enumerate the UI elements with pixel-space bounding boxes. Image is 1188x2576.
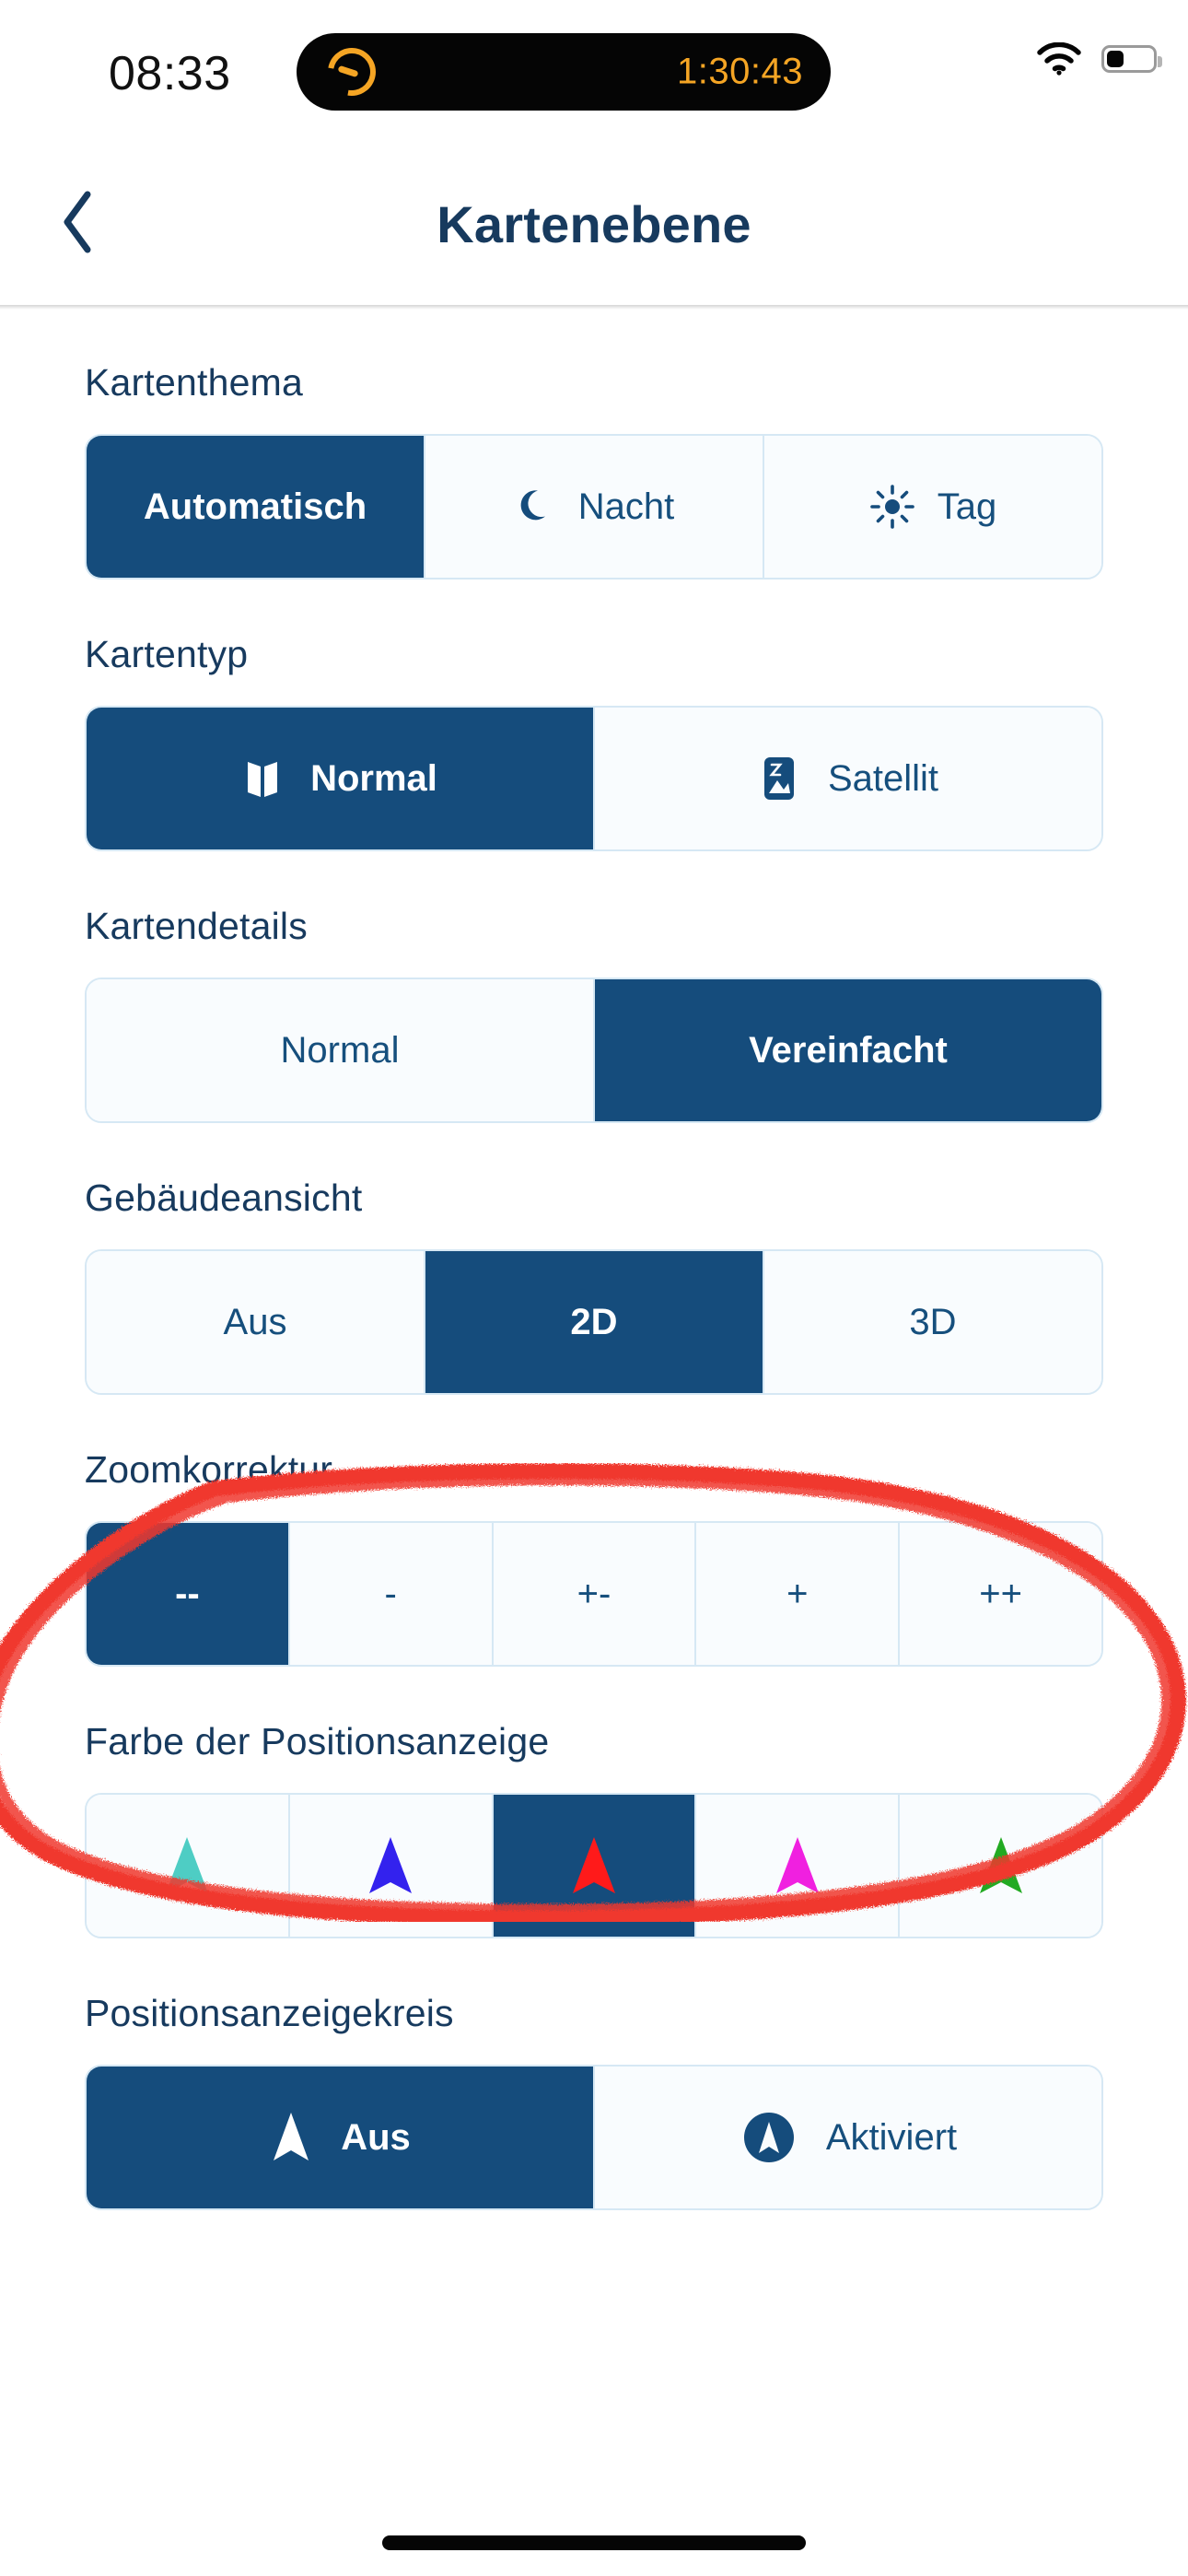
- segment-zoom-plus-minus[interactable]: +-: [493, 1523, 697, 1665]
- segmented-control-map-details: Normal Vereinfacht: [85, 978, 1103, 1123]
- segment-label: 3D: [909, 1301, 957, 1342]
- segment-label: 2D: [570, 1301, 618, 1342]
- back-button[interactable]: [39, 184, 118, 263]
- segment-nacht[interactable]: Nacht: [425, 436, 764, 578]
- segment-2d[interactable]: 2D: [425, 1251, 764, 1393]
- status-time: 08:33: [109, 47, 231, 100]
- segment-color-blue[interactable]: [289, 1795, 494, 1937]
- segment-zoom-plus-plus[interactable]: ++: [900, 1523, 1101, 1665]
- segment-label: Tag: [937, 486, 997, 527]
- section-map-type: Kartentyp Normal Satellit: [85, 633, 1103, 851]
- battery-icon: [1101, 45, 1162, 73]
- section-label: Kartenthema: [85, 361, 303, 404]
- arrow-in-circle-icon: [740, 2108, 798, 2167]
- status-indicators: [1037, 41, 1162, 76]
- moon-icon: [514, 486, 556, 528]
- segment-label: Satellit: [827, 757, 939, 799]
- segment-label: Aus: [341, 2116, 411, 2158]
- settings-list: Kartenthema Automatisch Nacht Tag Karten…: [0, 361, 1188, 2210]
- segment-zoom-minus-minus[interactable]: --: [87, 1523, 290, 1665]
- position-arrow-icon: [771, 1832, 824, 1899]
- section-label: Zoomkorrektur: [85, 1448, 333, 1491]
- section-building-view: Gebäudeansicht Aus 2D 3D: [85, 1177, 1103, 1395]
- section-label: Kartentyp: [85, 633, 249, 675]
- live-timer-value: 1:30:43: [677, 51, 803, 92]
- segment-normal-maptype[interactable]: Normal: [87, 708, 595, 849]
- section-map-details: Kartendetails Normal Vereinfacht: [85, 905, 1103, 1123]
- segment-tag[interactable]: Tag: [764, 436, 1101, 578]
- section-label: Kartendetails: [85, 905, 308, 947]
- status-bar: 08:33 1:30:43: [0, 0, 1188, 138]
- arrow-plain-icon: [269, 2109, 313, 2166]
- dynamic-island[interactable]: 1:30:43: [297, 33, 831, 111]
- segment-normal-details[interactable]: Normal: [87, 979, 595, 1121]
- page-title: Kartenebene: [437, 194, 751, 253]
- position-arrow-icon: [567, 1832, 621, 1899]
- segment-label: Aktiviert: [825, 2116, 958, 2158]
- sun-icon: [869, 484, 915, 530]
- segment-vereinfacht[interactable]: Vereinfacht: [595, 979, 1101, 1121]
- segment-satellit[interactable]: Satellit: [595, 708, 1101, 849]
- section-position-marker-circle: Positionsanzeigekreis Aus Aktiviert: [85, 1992, 1103, 2210]
- segment-zoom-plus[interactable]: +: [696, 1523, 901, 1665]
- segment-label: --: [175, 1573, 200, 1614]
- segment-label: Vereinfacht: [749, 1029, 948, 1071]
- segment-label: Aus: [223, 1301, 287, 1342]
- segment-circle-aus[interactable]: Aus: [87, 2067, 595, 2208]
- section-position-marker-color: Farbe der Positionsanzeige: [85, 1720, 1103, 1938]
- segment-circle-aktiviert[interactable]: Aktiviert: [595, 2067, 1101, 2208]
- segment-label: +-: [577, 1573, 611, 1614]
- section-label: Farbe der Positionsanzeige: [85, 1720, 550, 1762]
- segmented-control-zoom-correction: -- - +- + ++: [85, 1521, 1103, 1667]
- chevron-left-icon: [58, 189, 99, 260]
- segment-color-turquoise[interactable]: [87, 1795, 290, 1937]
- segment-label: Normal: [310, 757, 437, 799]
- position-arrow-icon: [160, 1832, 214, 1899]
- segmented-control-marker-color: [85, 1793, 1103, 1938]
- position-arrow-icon: [974, 1832, 1028, 1899]
- section-label: Gebäudeansicht: [85, 1177, 363, 1219]
- segment-aus-building[interactable]: Aus: [87, 1251, 425, 1393]
- section-label: Positionsanzeigekreis: [85, 1992, 454, 2034]
- position-arrow-icon: [364, 1832, 417, 1899]
- home-bar[interactable]: [382, 2535, 806, 2550]
- segment-label: ++: [979, 1573, 1022, 1614]
- section-zoom-correction: Zoomkorrektur -- - +- + ++: [85, 1448, 1103, 1667]
- wifi-icon: [1037, 41, 1081, 76]
- segment-label: Nacht: [577, 486, 675, 527]
- segment-label: Normal: [280, 1029, 400, 1071]
- segment-3d[interactable]: 3D: [764, 1251, 1101, 1393]
- segmented-control-map-type: Normal Satellit: [85, 706, 1103, 851]
- segment-label: +: [786, 1573, 809, 1614]
- segment-color-magenta[interactable]: [696, 1795, 901, 1937]
- segment-label: Automatisch: [143, 486, 367, 527]
- segmented-control-marker-circle: Aus Aktiviert: [85, 2065, 1103, 2210]
- satellite-image-icon: [758, 755, 800, 802]
- nav-header: Kartenebene: [0, 138, 1188, 310]
- section-map-theme: Kartenthema Automatisch Nacht Tag: [85, 361, 1103, 580]
- segment-color-red[interactable]: [493, 1795, 697, 1937]
- segment-label: -: [384, 1573, 397, 1614]
- segmented-control-map-theme: Automatisch Nacht Tag: [85, 434, 1103, 580]
- segment-color-green[interactable]: [900, 1795, 1101, 1937]
- map-icon: [242, 756, 283, 801]
- segment-automatisch[interactable]: Automatisch: [87, 436, 425, 578]
- phone-screen: 08:33 1:30:43 Kartenebene Kartenthema Au…: [0, 0, 1188, 2576]
- segmented-control-building-view: Aus 2D 3D: [85, 1249, 1103, 1395]
- segment-zoom-minus[interactable]: -: [289, 1523, 494, 1665]
